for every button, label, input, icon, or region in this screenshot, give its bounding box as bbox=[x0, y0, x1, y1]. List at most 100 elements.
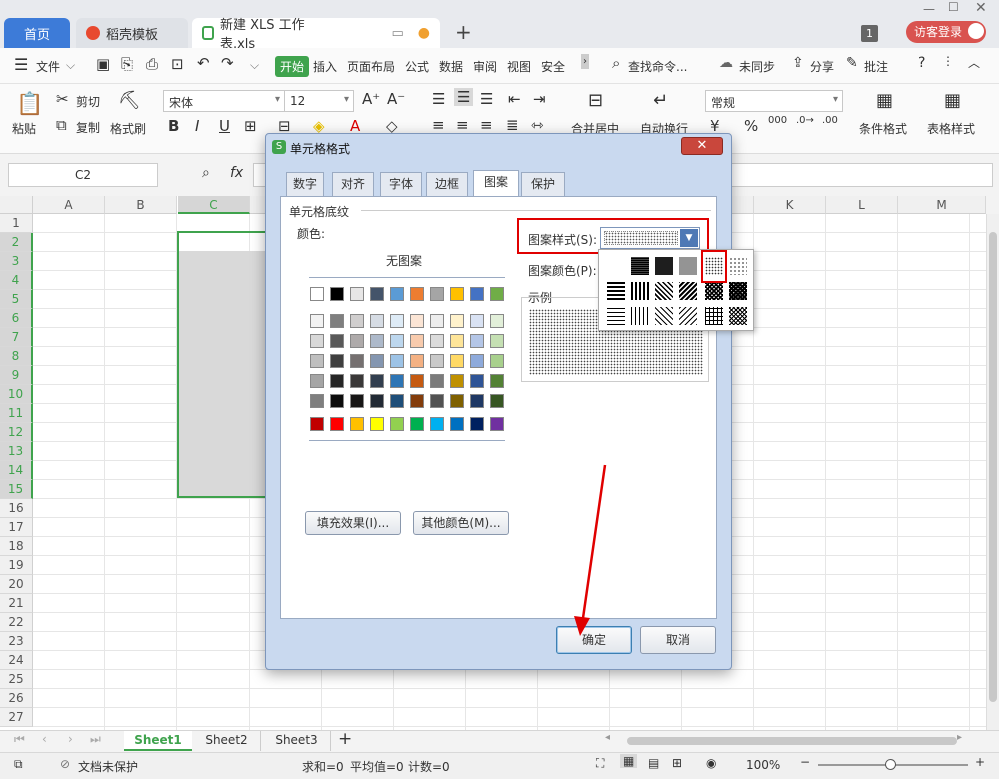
tint-row-2-swatch-8[interactable] bbox=[450, 334, 464, 348]
tint-row-4-swatch-7[interactable] bbox=[430, 374, 444, 388]
align-left-icon[interactable]: ≡ bbox=[432, 116, 445, 134]
row-header-9[interactable]: 9 bbox=[0, 366, 33, 385]
bold-icon[interactable]: B bbox=[168, 117, 179, 135]
paste-icon[interactable]: 📋 bbox=[16, 92, 43, 117]
indent-increase-icon[interactable]: ⇥ bbox=[533, 90, 546, 108]
row-header-22[interactable]: 22 bbox=[0, 613, 33, 632]
sheet-tab-1[interactable]: Sheet1 bbox=[124, 731, 192, 751]
collapse-ribbon-icon[interactable]: ︿ bbox=[968, 54, 980, 71]
standard-color-swatch-3[interactable] bbox=[350, 417, 364, 431]
italic-icon[interactable]: I bbox=[195, 117, 199, 135]
fx-button[interactable]: fx bbox=[230, 165, 243, 181]
underline-icon[interactable]: U bbox=[219, 117, 230, 135]
menu-view[interactable]: 视图 bbox=[507, 58, 531, 75]
row-header-16[interactable]: 16 bbox=[0, 499, 33, 518]
tint-row-4-swatch-10[interactable] bbox=[490, 374, 504, 388]
tint-row-5-swatch-7[interactable] bbox=[430, 394, 444, 408]
font-size-select[interactable]: 12 bbox=[284, 90, 354, 112]
row-header-17[interactable]: 17 bbox=[0, 518, 33, 537]
tint-row-3-swatch-4[interactable] bbox=[370, 354, 384, 368]
pattern-diagonal-crosshatch[interactable] bbox=[705, 282, 723, 300]
conditional-format-icon[interactable]: ▦ bbox=[876, 90, 893, 111]
pattern-gray-25[interactable] bbox=[679, 257, 697, 275]
scroll-thumb[interactable] bbox=[989, 232, 997, 702]
font-name-select[interactable]: 宋体 bbox=[163, 90, 285, 112]
row-header-1[interactable]: 1 bbox=[0, 214, 33, 233]
format-painter-icon[interactable]: ⛏ bbox=[118, 90, 141, 111]
pattern-solid-75[interactable] bbox=[631, 257, 649, 275]
standard-color-swatch-5[interactable] bbox=[390, 417, 404, 431]
decimal-increase-icon[interactable]: .0→ bbox=[796, 115, 814, 126]
copy-button[interactable]: 复制 bbox=[76, 119, 100, 136]
row-header-21[interactable]: 21 bbox=[0, 594, 33, 613]
column-header-k[interactable]: K bbox=[754, 196, 826, 214]
more-icon[interactable]: ⋮ bbox=[942, 54, 954, 68]
vertical-scrollbar[interactable] bbox=[986, 214, 999, 730]
tint-row-1-swatch-5[interactable] bbox=[390, 314, 404, 328]
hscroll-thumb[interactable] bbox=[627, 737, 957, 745]
pattern-thin-horizontal[interactable] bbox=[607, 307, 625, 325]
tab-pattern[interactable]: 图案 bbox=[473, 170, 519, 197]
menu-security[interactable]: 安全 bbox=[541, 58, 565, 75]
pattern-reverse-diagonal[interactable] bbox=[655, 282, 673, 300]
zoom-slider-handle[interactable] bbox=[885, 759, 896, 770]
tab-border[interactable]: 边框 bbox=[426, 172, 468, 196]
name-box[interactable]: C2 bbox=[8, 163, 158, 187]
sheet-tab-2[interactable]: Sheet2 bbox=[193, 731, 261, 751]
column-header-m[interactable]: M bbox=[898, 196, 986, 214]
tint-row-1-swatch-8[interactable] bbox=[450, 314, 464, 328]
tint-row-4-swatch-9[interactable] bbox=[470, 374, 484, 388]
row-header-14[interactable]: 14 bbox=[0, 461, 33, 480]
tint-row-1-swatch-2[interactable] bbox=[330, 314, 344, 328]
column-header-c[interactable]: C bbox=[178, 196, 250, 214]
tint-row-3-swatch-3[interactable] bbox=[350, 354, 364, 368]
tint-row-4-swatch-8[interactable] bbox=[450, 374, 464, 388]
standard-color-swatch-8[interactable] bbox=[450, 417, 464, 431]
menu-file[interactable]: 文件 bbox=[36, 58, 60, 75]
scroll-left-icon[interactable]: ◂ bbox=[605, 732, 610, 743]
tint-row-2-swatch-4[interactable] bbox=[370, 334, 384, 348]
tint-row-4-swatch-2[interactable] bbox=[330, 374, 344, 388]
tint-row-3-swatch-5[interactable] bbox=[390, 354, 404, 368]
tint-row-2-swatch-3[interactable] bbox=[350, 334, 364, 348]
pattern-thin-crosshatch[interactable] bbox=[729, 307, 747, 325]
preview-icon[interactable]: ⊡ bbox=[171, 55, 184, 73]
tint-row-3-swatch-2[interactable] bbox=[330, 354, 344, 368]
table-style-icon[interactable]: ▦ bbox=[944, 90, 961, 111]
standard-color-swatch-7[interactable] bbox=[430, 417, 444, 431]
quick-access-more-icon[interactable]: ⌵ bbox=[250, 58, 259, 73]
merge-center-icon[interactable]: ⊟ bbox=[588, 90, 603, 111]
focus-mode-icon[interactable]: ⛶ bbox=[596, 756, 604, 771]
monitor-icon[interactable]: ▭ bbox=[391, 26, 403, 41]
row-header-18[interactable]: 18 bbox=[0, 537, 33, 556]
new-tab-button[interactable]: + bbox=[455, 20, 472, 44]
tab-font[interactable]: 字体 bbox=[380, 172, 422, 196]
thousands-icon[interactable]: 000 bbox=[768, 115, 787, 126]
tint-row-4-swatch-1[interactable] bbox=[310, 374, 324, 388]
sync-status[interactable]: 未同步 bbox=[739, 58, 775, 75]
tint-row-3-swatch-8[interactable] bbox=[450, 354, 464, 368]
row-header-26[interactable]: 26 bbox=[0, 689, 33, 708]
tab-number[interactable]: 数字 bbox=[286, 172, 324, 196]
standard-color-swatch-4[interactable] bbox=[370, 417, 384, 431]
tab-protection[interactable]: 保护 bbox=[521, 172, 565, 196]
border-icon[interactable]: ⊞ bbox=[244, 117, 257, 135]
first-sheet-icon[interactable]: ⏮ bbox=[14, 732, 25, 747]
tint-row-5-swatch-2[interactable] bbox=[330, 394, 344, 408]
menu-formula[interactable]: 公式 bbox=[405, 58, 429, 75]
scroll-right-icon[interactable]: ▸ bbox=[957, 732, 962, 743]
add-sheet-button[interactable]: + bbox=[338, 729, 352, 749]
pattern-diagonal[interactable] bbox=[679, 282, 697, 300]
menu-start[interactable]: 开始 bbox=[275, 56, 310, 77]
tint-row-5-swatch-1[interactable] bbox=[310, 394, 324, 408]
login-button[interactable]: 访客登录 bbox=[906, 21, 986, 43]
distributed-icon[interactable]: ⇿ bbox=[531, 116, 544, 134]
page-layout-icon[interactable]: ▤ bbox=[648, 756, 659, 770]
tint-row-5-swatch-4[interactable] bbox=[370, 394, 384, 408]
row-header-23[interactable]: 23 bbox=[0, 632, 33, 651]
chevron-down-icon[interactable]: ⌵ bbox=[66, 58, 75, 73]
horizontal-scrollbar[interactable]: ◂ ▸ bbox=[605, 732, 965, 747]
share-button[interactable]: 分享 bbox=[810, 58, 834, 75]
row-header-19[interactable]: 19 bbox=[0, 556, 33, 575]
theme-color-swatch-1[interactable] bbox=[310, 287, 324, 301]
